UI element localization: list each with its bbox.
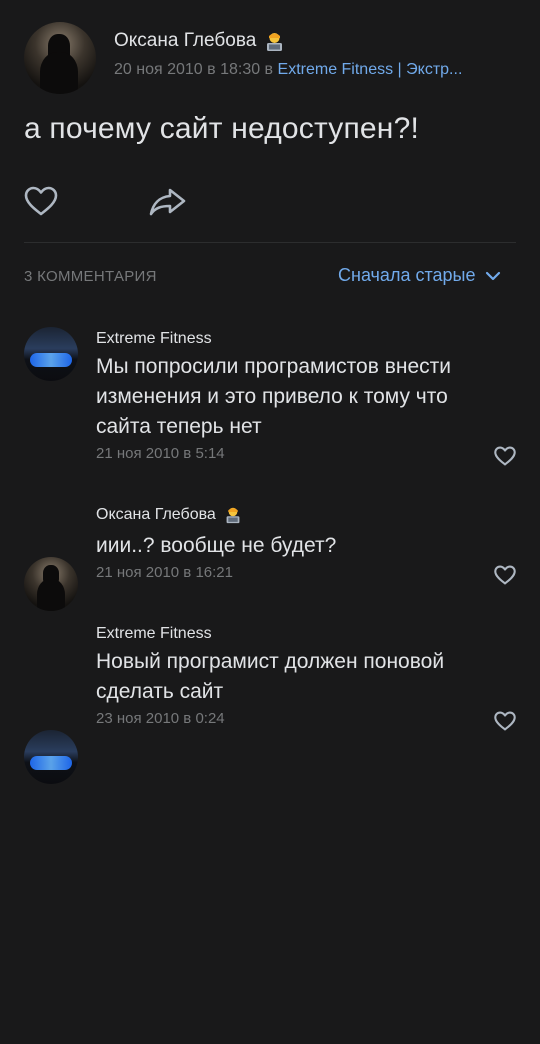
- comment-avatar[interactable]: [24, 730, 78, 784]
- comment-avatar[interactable]: [24, 327, 78, 381]
- post-author-label: Оксана Глебова: [114, 30, 257, 51]
- comment-like-button[interactable]: [494, 711, 516, 736]
- comment-author[interactable]: Extreme Fitness: [96, 625, 212, 643]
- sort-dropdown[interactable]: Сначала старые: [338, 265, 501, 286]
- divider: [24, 242, 516, 243]
- comments-count: 3 КОММЕНТАРИЯ: [24, 268, 157, 285]
- person-with-laptop-emoji-icon: [264, 31, 285, 52]
- comment-date: 21 ноя 2010 в 5:14: [96, 445, 225, 462]
- comment-date: 21 ноя 2010 в 16:21: [96, 564, 233, 581]
- heart-icon: [24, 186, 58, 216]
- comment-author-label: Extreme Fitness: [96, 625, 212, 642]
- share-button[interactable]: [148, 186, 188, 223]
- comment-text: Новый програмист должен поновой сделать …: [96, 650, 445, 703]
- heart-icon: [494, 565, 516, 585]
- post-date: 20 ноя 2010 в 18:30 в: [114, 61, 274, 78]
- like-button[interactable]: [24, 186, 58, 221]
- comment-author[interactable]: Оксана Глебова: [96, 506, 242, 524]
- author-avatar[interactable]: [24, 22, 96, 94]
- comment-like-button[interactable]: [494, 565, 516, 590]
- sort-label: Сначала старые: [338, 265, 476, 285]
- post-group-link[interactable]: Extreme Fitness | Экстр...: [278, 61, 463, 78]
- post-author-name[interactable]: Оксана Глебова: [114, 30, 285, 52]
- comment-author-label: Extreme Fitness: [96, 330, 212, 347]
- share-icon: [149, 188, 186, 216]
- person-with-laptop-emoji-icon: [224, 506, 242, 524]
- comment-text: иии..? вообще не будет?: [96, 534, 337, 557]
- heart-icon: [494, 446, 516, 466]
- heart-icon: [494, 711, 516, 731]
- comment-text: Мы попросили програмистов внести изменен…: [96, 355, 452, 438]
- post-meta: 20 ноя 2010 в 18:30 в Extreme Fitness | …: [114, 61, 514, 79]
- post-text: а почему сайт недоступен?!: [24, 112, 419, 145]
- comment-author[interactable]: Extreme Fitness: [96, 330, 212, 348]
- comment-date: 23 ноя 2010 в 0:24: [96, 710, 225, 727]
- comment-author-label: Оксана Глебова: [96, 506, 216, 523]
- comment-like-button[interactable]: [494, 446, 516, 471]
- chevron-down-icon: [486, 271, 501, 280]
- comment-avatar[interactable]: [24, 557, 78, 611]
